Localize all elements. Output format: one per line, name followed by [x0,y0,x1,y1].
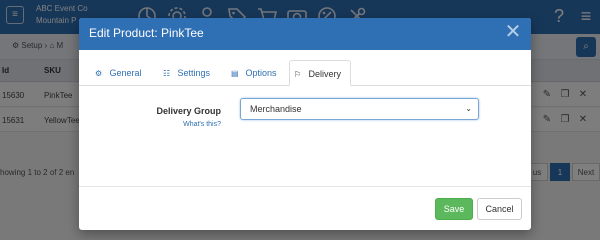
tab-label: General [109,68,142,78]
delivery-group-select[interactable]: Merchandise ⌄ [240,98,479,120]
modal-header: Edit Product: PinkTee ✕ [79,18,531,50]
delivery-group-label: Delivery Group [156,106,221,116]
modal-footer-divider [79,186,531,187]
delivery-icon: ⚐ [294,70,302,79]
gears-icon: ⚙ [95,69,103,78]
tab-label: Delivery [308,69,342,79]
tab-delivery[interactable]: ⚐ Delivery [289,60,351,86]
tab-options[interactable]: ▤ Options [227,60,283,86]
save-button[interactable]: Save [435,198,473,220]
delivery-group-value: Merchandise [250,104,302,114]
edit-product-modal: Edit Product: PinkTee ✕ ⚙ General ☷ Sett… [79,18,531,230]
chevron-down-icon: ⌄ [465,104,472,113]
tab-label: Options [245,68,277,78]
sliders-icon: ☷ [163,69,171,78]
cancel-button[interactable]: Cancel [477,198,522,220]
tab-settings[interactable]: ☷ Settings [159,60,217,86]
list-icon: ▤ [231,69,239,78]
tab-general[interactable]: ⚙ General [91,60,149,86]
close-icon[interactable]: ✕ [503,20,523,44]
product-tabs: ⚙ General ☷ Settings ▤ Options ⚐ Deliver… [79,60,531,86]
modal-title: Edit Product: PinkTee [89,26,204,40]
whats-this-link[interactable]: What's this? [119,121,221,128]
tab-label: Settings [177,68,211,78]
